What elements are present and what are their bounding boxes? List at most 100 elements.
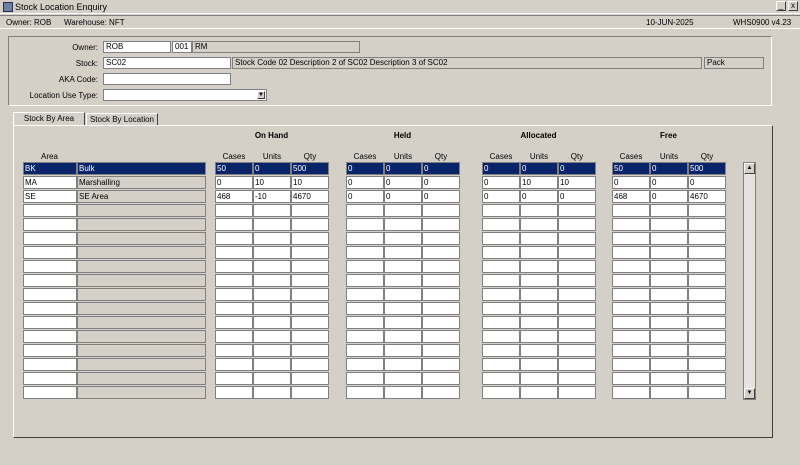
allocated-qty-cell[interactable]	[558, 386, 596, 399]
allocated-cases-cell[interactable]	[482, 288, 520, 301]
area-name-cell[interactable]	[77, 386, 206, 399]
free-cases-cell[interactable]: 468	[612, 190, 650, 203]
allocated-cases-cell[interactable]	[482, 204, 520, 217]
area-code-cell[interactable]: MA	[23, 176, 77, 189]
held-units-cell[interactable]	[384, 260, 422, 273]
free-units-cell[interactable]	[650, 302, 688, 315]
scroll-up-icon[interactable]: ▲	[744, 163, 755, 174]
free-units-cell[interactable]	[650, 218, 688, 231]
held-cases-cell[interactable]	[346, 260, 384, 273]
on-hand-units-cell[interactable]	[253, 260, 291, 273]
held-qty-cell[interactable]	[422, 302, 460, 315]
allocated-cases-cell[interactable]	[482, 330, 520, 343]
allocated-cases-cell[interactable]	[482, 302, 520, 315]
owner-number-field[interactable]: 001	[172, 41, 192, 53]
free-units-cell[interactable]	[650, 372, 688, 385]
free-qty-cell[interactable]	[688, 316, 726, 329]
allocated-qty-cell[interactable]	[558, 260, 596, 273]
on-hand-units-cell[interactable]: -10	[253, 190, 291, 203]
on-hand-cases-cell[interactable]	[215, 358, 253, 371]
allocated-units-cell[interactable]	[520, 260, 558, 273]
free-units-cell[interactable]	[650, 232, 688, 245]
on-hand-qty-cell[interactable]	[291, 330, 329, 343]
free-cases-cell[interactable]	[612, 204, 650, 217]
on-hand-units-cell[interactable]	[253, 316, 291, 329]
free-qty-cell[interactable]: 0	[688, 176, 726, 189]
free-units-cell[interactable]	[650, 246, 688, 259]
on-hand-units-cell[interactable]	[253, 330, 291, 343]
free-qty-cell[interactable]	[688, 358, 726, 371]
free-cases-cell[interactable]	[612, 344, 650, 357]
area-name-cell[interactable]	[77, 246, 206, 259]
held-units-cell[interactable]: 0	[384, 176, 422, 189]
on-hand-qty-cell[interactable]	[291, 316, 329, 329]
held-qty-cell[interactable]	[422, 344, 460, 357]
on-hand-cases-cell[interactable]	[215, 260, 253, 273]
area-name-cell[interactable]	[77, 372, 206, 385]
allocated-qty-cell[interactable]	[558, 274, 596, 287]
minimize-button[interactable]: _	[776, 1, 786, 11]
held-units-cell[interactable]	[384, 358, 422, 371]
on-hand-cases-cell[interactable]	[215, 232, 253, 245]
held-qty-cell[interactable]	[422, 218, 460, 231]
allocated-qty-cell[interactable]: 10	[558, 176, 596, 189]
area-name-cell[interactable]	[77, 260, 206, 273]
free-units-cell[interactable]: 0	[650, 190, 688, 203]
area-code-cell[interactable]: SE	[23, 190, 77, 203]
allocated-units-cell[interactable]	[520, 288, 558, 301]
on-hand-cases-cell[interactable]	[215, 386, 253, 399]
free-cases-cell[interactable]	[612, 316, 650, 329]
on-hand-cases-cell[interactable]	[215, 344, 253, 357]
on-hand-cases-cell[interactable]	[215, 204, 253, 217]
on-hand-units-cell[interactable]	[253, 246, 291, 259]
on-hand-qty-cell[interactable]: 10	[291, 176, 329, 189]
held-qty-cell[interactable]	[422, 204, 460, 217]
close-button[interactable]: x	[788, 1, 798, 11]
free-cases-cell[interactable]	[612, 274, 650, 287]
held-cases-cell[interactable]	[346, 288, 384, 301]
held-units-cell[interactable]	[384, 274, 422, 287]
held-cases-cell[interactable]	[346, 218, 384, 231]
free-cases-cell[interactable]: 50	[612, 162, 650, 175]
area-name-cell[interactable]: Marshalling	[77, 176, 206, 189]
allocated-units-cell[interactable]	[520, 344, 558, 357]
area-code-cell[interactable]	[23, 386, 77, 399]
free-units-cell[interactable]: 0	[650, 176, 688, 189]
free-qty-cell[interactable]	[688, 204, 726, 217]
on-hand-units-cell[interactable]	[253, 344, 291, 357]
on-hand-qty-cell[interactable]	[291, 274, 329, 287]
held-cases-cell[interactable]	[346, 302, 384, 315]
free-units-cell[interactable]	[650, 204, 688, 217]
area-code-cell[interactable]	[23, 246, 77, 259]
held-cases-cell[interactable]	[346, 358, 384, 371]
allocated-cases-cell[interactable]	[482, 218, 520, 231]
chevron-down-icon[interactable]: ▼	[257, 91, 265, 99]
held-qty-cell[interactable]: 0	[422, 176, 460, 189]
held-units-cell[interactable]	[384, 218, 422, 231]
allocated-qty-cell[interactable]	[558, 316, 596, 329]
free-qty-cell[interactable]	[688, 246, 726, 259]
on-hand-qty-cell[interactable]	[291, 386, 329, 399]
free-qty-cell[interactable]: 500	[688, 162, 726, 175]
held-qty-cell[interactable]	[422, 260, 460, 273]
allocated-cases-cell[interactable]: 0	[482, 190, 520, 203]
allocated-qty-cell[interactable]	[558, 288, 596, 301]
allocated-cases-cell[interactable]: 0	[482, 162, 520, 175]
free-units-cell[interactable]	[650, 316, 688, 329]
on-hand-cases-cell[interactable]: 50	[215, 162, 253, 175]
on-hand-units-cell[interactable]: 10	[253, 176, 291, 189]
held-qty-cell[interactable]	[422, 274, 460, 287]
free-cases-cell[interactable]	[612, 288, 650, 301]
area-name-cell[interactable]	[77, 204, 206, 217]
on-hand-cases-cell[interactable]: 468	[215, 190, 253, 203]
on-hand-units-cell[interactable]: 0	[253, 162, 291, 175]
on-hand-qty-cell[interactable]	[291, 204, 329, 217]
on-hand-units-cell[interactable]	[253, 204, 291, 217]
free-units-cell[interactable]	[650, 288, 688, 301]
allocated-units-cell[interactable]: 0	[520, 190, 558, 203]
free-cases-cell[interactable]	[612, 246, 650, 259]
stock-code-field[interactable]: SC02	[103, 57, 231, 69]
area-name-cell[interactable]: Bulk	[77, 162, 206, 175]
held-units-cell[interactable]	[384, 386, 422, 399]
free-qty-cell[interactable]: 4670	[688, 190, 726, 203]
